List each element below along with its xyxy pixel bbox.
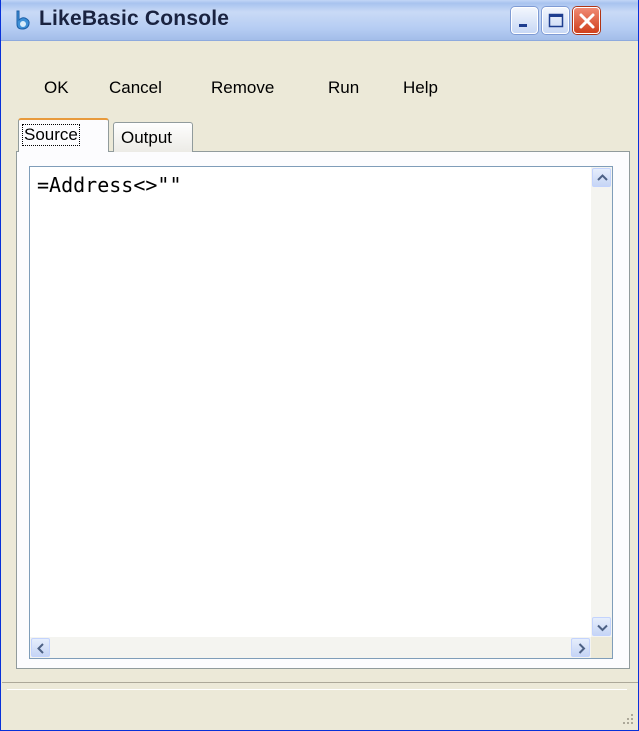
maximize-icon <box>548 13 564 28</box>
tab-output-label: Output <box>121 128 173 147</box>
menu-remove[interactable]: Remove <box>211 78 274 98</box>
tab-source[interactable]: Source <box>18 118 109 152</box>
source-editor[interactable]: =Address<>"" <box>29 166 613 659</box>
scroll-up-button[interactable] <box>592 168 611 187</box>
resize-grip-icon[interactable] <box>622 713 634 725</box>
title-bar[interactable]: LikeBasic Console <box>1 0 638 41</box>
close-button[interactable] <box>573 7 600 34</box>
minimize-icon <box>519 24 527 27</box>
status-bar <box>2 682 638 729</box>
menu-ok[interactable]: OK <box>44 78 69 98</box>
chevron-down-icon <box>597 624 608 632</box>
app-icon <box>11 9 33 31</box>
menu-run[interactable]: Run <box>328 78 359 98</box>
menu-cancel[interactable]: Cancel <box>109 78 162 98</box>
scroll-left-button[interactable] <box>31 638 50 657</box>
close-icon <box>579 13 595 29</box>
minimize-button[interactable] <box>511 7 538 34</box>
vertical-scrollbar[interactable] <box>591 167 612 637</box>
chevron-right-icon <box>578 643 586 654</box>
chevron-left-icon <box>37 643 44 654</box>
window-title: LikeBasic Console <box>39 7 230 30</box>
app-window: LikeBasic Console OK Cancel Remove Run H… <box>0 0 639 731</box>
maximize-button[interactable] <box>542 7 569 34</box>
scroll-down-button[interactable] <box>592 617 611 636</box>
scroll-right-button[interactable] <box>571 638 590 657</box>
status-divider <box>7 689 627 690</box>
menu-bar: OK Cancel Remove Run Help <box>1 70 638 108</box>
menu-help[interactable]: Help <box>403 78 438 98</box>
tab-source-label: Source <box>22 124 80 146</box>
source-code[interactable]: =Address<>"" <box>37 173 182 197</box>
tab-output[interactable]: Output <box>113 122 193 152</box>
scrollbar-corner <box>591 637 612 658</box>
chevron-up-icon <box>597 174 608 181</box>
horizontal-scrollbar[interactable] <box>30 637 591 658</box>
